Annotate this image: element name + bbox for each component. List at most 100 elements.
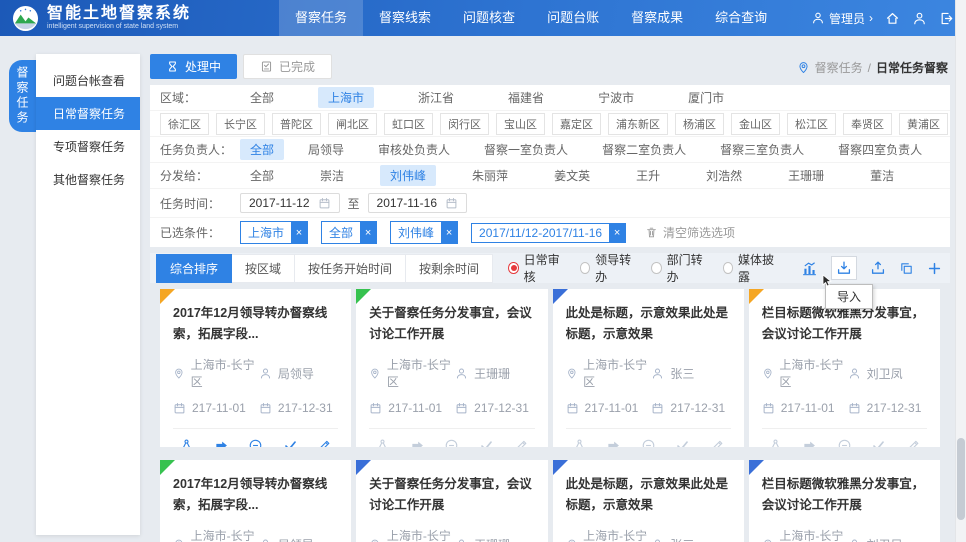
suspend-icon[interactable] [444,438,459,447]
edit-icon[interactable] [514,438,529,447]
task-card[interactable]: 栏目标题微软雅黑分发事宜，会议讨论工作开展 上海市-长宁区 刘卫凤 217-11… [749,289,940,447]
district-chip[interactable]: 长宁区 [216,113,265,135]
owner-chip[interactable]: 督察一室负责人 [474,139,578,160]
edit-icon[interactable] [317,438,332,447]
nav-item-issue-check[interactable]: 问题核查 [447,0,531,36]
district-chip[interactable]: 松江区 [787,113,836,135]
sidebar-item-issue-ledger-view[interactable]: 问题台帐查看 [36,64,140,97]
dispatch-chip-selected[interactable]: 刘伟峰 [380,165,436,186]
dispatch-chip[interactable]: 刘浩然 [696,165,752,186]
district-chip[interactable]: 徐汇区 [160,113,209,135]
complete-icon[interactable] [675,438,690,447]
region-chip[interactable]: 福建省 [498,87,554,108]
remove-tag-icon[interactable]: × [609,224,625,242]
tab-processing[interactable]: 处理中 [150,54,237,79]
nav-item-inspection-results[interactable]: 督察成果 [615,0,699,36]
task-card[interactable]: 2017年12月领导转办督察线索，拓展字段... 上海市-长宁区 局领导 217… [160,460,351,542]
owner-chip-selected[interactable]: 全部 [240,139,284,160]
import-button[interactable]: 导入 [831,256,857,280]
dispatch-chip[interactable]: 王升 [626,165,670,186]
owner-chip[interactable]: 审核处负责人 [368,139,460,160]
forward-icon[interactable] [214,438,229,447]
radio-media-disclosure[interactable]: 媒体披露 [723,251,779,285]
complete-icon[interactable] [283,438,298,447]
date-from-input[interactable]: 2017-11-12 [240,193,340,213]
copy-button[interactable] [899,261,914,276]
clear-filters-button[interactable]: 清空筛选选项 [645,224,735,241]
task-card[interactable]: 此处是标题，示意效果此处是标题，示意效果 上海市-长宁区 张三 217-11-0… [553,289,744,447]
export-button[interactable] [870,260,886,276]
tab-completed[interactable]: 已完成 [243,54,332,79]
nav-item-inspection-tasks[interactable]: 督察任务 [279,0,363,36]
side-tab-inspection-tasks[interactable]: 督察任务 [9,60,36,132]
edit-icon[interactable] [906,438,921,447]
page-scrollbar[interactable] [955,0,966,542]
district-chip[interactable]: 闵行区 [440,113,489,135]
statistics-button[interactable] [801,260,818,277]
district-chip[interactable]: 虹口区 [384,113,433,135]
task-card[interactable]: 此处是标题，示意效果此处是标题，示意效果 上海市-长宁区 张三 217-11-0… [553,460,744,542]
add-task-button[interactable] [927,261,942,276]
sidebar-item-special-inspection[interactable]: 专项督察任务 [36,130,140,163]
owner-chip[interactable]: 督察四室负责人 [828,139,932,160]
owner-chip[interactable]: 督察二室负责人 [592,139,696,160]
sidebar-item-other-inspection[interactable]: 其他督察任务 [36,163,140,196]
owner-chip[interactable]: 局领导 [298,139,354,160]
owner-chip[interactable]: 督察三室负责人 [710,139,814,160]
edit-icon[interactable] [710,438,725,447]
district-chip[interactable]: 闸北区 [328,113,377,135]
district-chip[interactable]: 黄浦区 [899,113,948,135]
remove-tag-icon[interactable]: × [441,222,457,243]
region-chip-selected[interactable]: 上海市 [318,87,374,108]
district-chip[interactable]: 浦东新区 [608,113,668,135]
sort-by-region[interactable]: 按区域 [232,254,295,283]
breadcrumb-root[interactable]: 督察任务 [815,59,863,76]
sort-comprehensive[interactable]: 综合排序 [156,254,232,283]
dispatch-chip[interactable]: 朱丽萍 [462,165,518,186]
forward-icon[interactable] [802,438,817,447]
nav-item-comprehensive-query[interactable]: 综合查询 [699,0,783,36]
sort-by-remaining-time[interactable]: 按剩余时间 [406,254,493,283]
sort-by-start-time[interactable]: 按任务开始时间 [295,254,406,283]
profile-icon[interactable] [912,11,927,26]
distribute-icon[interactable] [768,438,783,447]
suspend-icon[interactable] [641,438,656,447]
suspend-icon[interactable] [248,438,263,447]
nav-item-inspection-clues[interactable]: 督察线索 [363,0,447,36]
suspend-icon[interactable] [837,438,852,447]
logout-icon[interactable] [939,11,954,26]
task-card[interactable]: 关于督察任务分发事宜，会议讨论工作开展 上海市-长宁区 王珊珊 217-11-0… [356,460,547,542]
district-chip[interactable]: 奉贤区 [843,113,892,135]
district-chip[interactable]: 普陀区 [272,113,321,135]
task-card[interactable]: 关于督察任务分发事宜，会议讨论工作开展 上海市-长宁区 王珊珊 217-11-0… [356,289,547,447]
region-chip[interactable]: 厦门市 [678,87,734,108]
task-card[interactable]: 2017年12月领导转办督察线索，拓展字段... 上海市-长宁区 局领导 217… [160,289,351,447]
distribute-icon[interactable] [375,438,390,447]
district-chip[interactable]: 杨浦区 [675,113,724,135]
dispatch-chip[interactable]: 王珊珊 [778,165,834,186]
complete-icon[interactable] [871,438,886,447]
dispatch-chip[interactable]: 全部 [240,165,284,186]
region-chip[interactable]: 全部 [240,87,284,108]
dispatch-chip[interactable]: 姜文英 [544,165,600,186]
user-menu[interactable]: 管理员 › [811,10,873,27]
region-chip[interactable]: 宁波市 [588,87,644,108]
radio-department-transfer[interactable]: 部门转办 [651,251,707,285]
distribute-icon[interactable] [179,438,194,447]
dispatch-chip[interactable]: 董洁 [860,165,904,186]
date-to-input[interactable]: 2017-11-16 [368,193,468,213]
forward-icon[interactable] [606,438,621,447]
home-icon[interactable] [885,11,900,26]
remove-tag-icon[interactable]: × [291,222,307,243]
remove-tag-icon[interactable]: × [360,222,376,243]
dispatch-chip[interactable]: 崇洁 [310,165,354,186]
task-card[interactable]: 栏目标题微软雅黑分发事宜，会议讨论工作开展 上海市-长宁区 刘卫凤 217-11… [749,460,940,542]
forward-icon[interactable] [410,438,425,447]
scrollbar-thumb[interactable] [957,438,965,520]
nav-item-issue-ledger[interactable]: 问题台账 [531,0,615,36]
sidebar-item-daily-inspection[interactable]: 日常督察任务 [36,97,140,130]
district-chip[interactable]: 金山区 [731,113,780,135]
distribute-icon[interactable] [572,438,587,447]
region-chip[interactable]: 浙江省 [408,87,464,108]
radio-daily-review[interactable]: 日常审核 [508,251,564,285]
